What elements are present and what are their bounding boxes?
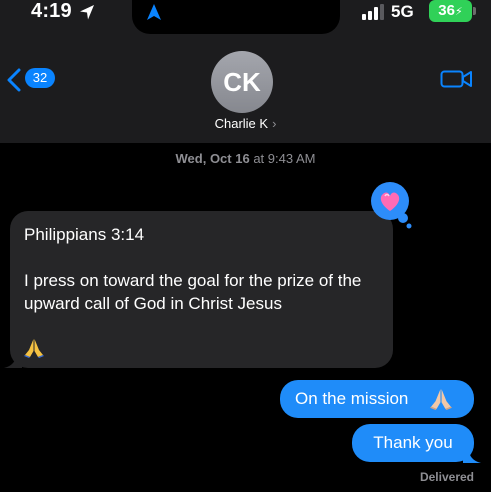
folded-hands-emoji — [24, 339, 44, 358]
incoming-message-text: Philippians 3:14 I press on toward the g… — [24, 223, 384, 358]
unread-count-badge[interactable]: 32 — [25, 68, 55, 88]
delivery-status: Delivered — [419, 470, 474, 484]
network-type: 5G — [391, 2, 414, 21]
contact-chevron-icon: › — [272, 116, 277, 131]
outgoing-message-text: Thank you — [373, 433, 453, 452]
video-call-icon[interactable] — [440, 68, 473, 90]
battery-level: 36 — [438, 2, 455, 19]
location-arrow-icon — [80, 5, 94, 20]
incoming-bubble-tail — [4, 355, 22, 368]
battery-icon: 36⚡ — [429, 0, 472, 22]
timestamp-day: Wed, Oct 16 — [175, 151, 250, 166]
heart-icon[interactable] — [370, 181, 414, 229]
avatar[interactable]: CK — [211, 51, 273, 113]
charging-bolt-icon: ⚡ — [454, 6, 463, 18]
outgoing-message-bubble[interactable]: Thank you — [352, 424, 474, 462]
dynamic-island — [132, 0, 340, 34]
back-chevron-icon[interactable] — [6, 68, 22, 92]
timestamp-time: at 9:43 AM — [253, 151, 316, 166]
message-line: I press on toward the goal for the prize… — [24, 271, 362, 313]
battery-tip — [473, 7, 476, 15]
outgoing-message-bubble[interactable]: On the mission — [280, 380, 474, 418]
status-time: 4:19 — [31, 0, 72, 22]
message-timestamp: Wed, Oct 16 at 9:43 AM — [0, 151, 491, 166]
navigation-arrow-icon — [147, 4, 161, 20]
signal-bars-icon — [362, 4, 384, 20]
message-line: Philippians 3:14 — [24, 225, 145, 244]
contact-name: Charlie K — [214, 116, 269, 131]
contact-name-row[interactable]: Charlie K › — [0, 116, 491, 131]
outgoing-message-text: On the mission — [295, 389, 409, 408]
folded-hands-emoji — [430, 389, 452, 410]
outgoing-bubble-tail — [463, 450, 481, 463]
